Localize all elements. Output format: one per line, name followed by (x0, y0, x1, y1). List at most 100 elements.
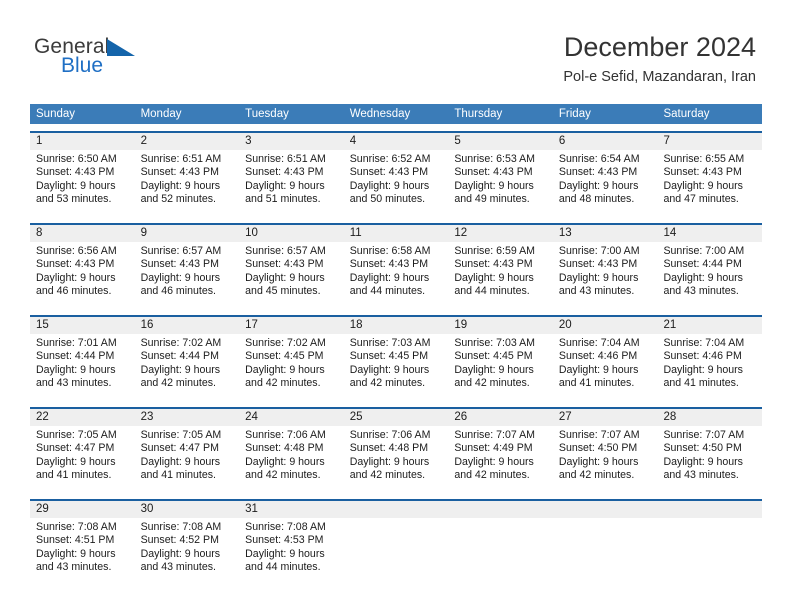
day-number: 12 (448, 225, 553, 242)
daylight-text-line1: Daylight: 9 hours (140, 179, 221, 192)
sunrise-text: Sunrise: 7:05 AM (140, 429, 222, 441)
daylight-text-line2: and 49 minutes. (454, 193, 530, 206)
triangle-icon (107, 39, 135, 56)
weekday-header-wednesday: Wednesday (349, 108, 411, 120)
daylight-text-line1: Daylight: 9 hours (349, 363, 430, 376)
day-number: 7 (657, 133, 763, 150)
day-number: 26 (448, 409, 553, 426)
sunrise-text: Sunrise: 7:05 AM (36, 429, 117, 441)
day-cell[interactable]: 11 Sunrise: 6:58 AM Sunset: 4:43 PM Dayl… (343, 225, 449, 308)
daylight-text-line2: and 47 minutes. (663, 193, 739, 206)
day-cell[interactable]: 6 Sunrise: 6:54 AM Sunset: 4:43 PM Dayli… (552, 133, 658, 216)
day-cell[interactable]: 29 Sunrise: 7:08 AM Sunset: 4:51 PM Dayl… (30, 501, 135, 584)
day-cell[interactable]: 22 Sunrise: 7:05 AM Sunset: 4:47 PM Dayl… (30, 409, 135, 492)
day-cell[interactable]: 30 Sunrise: 7:08 AM Sunset: 4:52 PM Dayl… (134, 501, 240, 584)
day-number: 8 (30, 225, 135, 242)
daylight-text-line2: and 42 minutes. (349, 377, 426, 390)
day-cell[interactable]: 10 Sunrise: 6:57 AM Sunset: 4:43 PM Dayl… (239, 225, 344, 308)
day-cell[interactable]: 1 Sunrise: 6:50 AM Sunset: 4:43 PM Dayli… (30, 133, 135, 216)
day-cell[interactable]: 27 Sunrise: 7:07 AM Sunset: 4:50 PM Dayl… (552, 409, 658, 492)
day-details: Sunrise: 6:57 AM Sunset: 4:43 PM Dayligh… (135, 242, 240, 299)
day-cell[interactable]: 31 Sunrise: 7:08 AM Sunset: 4:53 PM Dayl… (239, 501, 344, 584)
sunrise-text: Sunrise: 7:08 AM (140, 521, 222, 533)
page-header: General Blue December 2024 Pol-e Sefid, … (0, 0, 792, 96)
daylight-text-line2: and 41 minutes. (140, 469, 216, 482)
day-cell[interactable]: 4 Sunrise: 6:52 AM Sunset: 4:43 PM Dayli… (343, 133, 449, 216)
sunset-text: Sunset: 4:48 PM (349, 442, 429, 455)
sunset-text: Sunset: 4:51 PM (36, 534, 115, 547)
day-number: 18 (343, 317, 449, 334)
weekday-header-monday: Monday (140, 108, 182, 120)
day-cell[interactable]: 19 Sunrise: 7:03 AM Sunset: 4:45 PM Dayl… (448, 317, 553, 400)
day-cell[interactable]: 16 Sunrise: 7:02 AM Sunset: 4:44 PM Dayl… (134, 317, 240, 400)
sunset-text: Sunset: 4:43 PM (558, 166, 638, 179)
day-cell[interactable]: 26 Sunrise: 7:07 AM Sunset: 4:49 PM Dayl… (448, 409, 553, 492)
sunset-text: Sunset: 4:43 PM (454, 166, 533, 179)
day-details (657, 518, 762, 521)
sunset-text: Sunset: 4:49 PM (454, 442, 533, 455)
sunrise-text: Sunrise: 6:58 AM (349, 245, 431, 257)
day-cell[interactable]: 18 Sunrise: 7:03 AM Sunset: 4:45 PM Dayl… (343, 317, 449, 400)
day-number: 30 (134, 501, 240, 518)
daylight-text-line2: and 44 minutes. (349, 285, 426, 298)
day-cell[interactable]: 21 Sunrise: 7:04 AM Sunset: 4:46 PM Dayl… (657, 317, 763, 400)
day-cell[interactable]: 14 Sunrise: 7:00 AM Sunset: 4:44 PM Dayl… (657, 225, 763, 308)
sunrise-text: Sunrise: 6:53 AM (454, 153, 535, 165)
daylight-text-line1: Daylight: 9 hours (36, 179, 116, 192)
day-cell[interactable]: 3 Sunrise: 6:51 AM Sunset: 4:43 PM Dayli… (239, 133, 344, 216)
daylight-text-line1: Daylight: 9 hours (245, 363, 325, 376)
daylight-text-line1: Daylight: 9 hours (558, 179, 639, 192)
weekday-header-row: Sunday Monday Tuesday Wednesday Thursday… (30, 104, 762, 124)
sunset-text: Sunset: 4:53 PM (245, 534, 324, 547)
day-cell[interactable]: 9 Sunrise: 6:57 AM Sunset: 4:43 PM Dayli… (134, 225, 240, 308)
day-details: Sunrise: 7:00 AM Sunset: 4:43 PM Dayligh… (553, 242, 658, 299)
day-cell[interactable]: 2 Sunrise: 6:51 AM Sunset: 4:43 PM Dayli… (134, 133, 240, 216)
day-details: Sunrise: 6:53 AM Sunset: 4:43 PM Dayligh… (448, 150, 553, 207)
day-cell[interactable]: 25 Sunrise: 7:06 AM Sunset: 4:48 PM Dayl… (343, 409, 449, 492)
sunset-text: Sunset: 4:47 PM (36, 442, 115, 455)
day-details: Sunrise: 7:02 AM Sunset: 4:45 PM Dayligh… (239, 334, 344, 391)
day-cell-empty (657, 501, 763, 584)
day-cell[interactable]: 12 Sunrise: 6:59 AM Sunset: 4:43 PM Dayl… (448, 225, 553, 308)
daylight-text-line2: and 51 minutes. (245, 193, 321, 206)
day-number (448, 501, 553, 518)
day-cell[interactable]: 8 Sunrise: 6:56 AM Sunset: 4:43 PM Dayli… (30, 225, 135, 308)
day-details: Sunrise: 7:06 AM Sunset: 4:48 PM Dayligh… (344, 426, 449, 483)
day-number: 10 (239, 225, 344, 242)
sunrise-text: Sunrise: 7:02 AM (140, 337, 222, 349)
day-cell[interactable]: 15 Sunrise: 7:01 AM Sunset: 4:44 PM Dayl… (30, 317, 135, 400)
sunrise-text: Sunrise: 7:02 AM (245, 337, 326, 349)
day-cell[interactable]: 23 Sunrise: 7:05 AM Sunset: 4:47 PM Dayl… (134, 409, 240, 492)
day-number: 5 (448, 133, 553, 150)
daylight-text-line1: Daylight: 9 hours (663, 455, 743, 468)
day-cell[interactable]: 13 Sunrise: 7:00 AM Sunset: 4:43 PM Dayl… (552, 225, 658, 308)
day-number: 27 (552, 409, 658, 426)
daylight-text-line2: and 42 minutes. (454, 469, 530, 482)
sunset-text: Sunset: 4:46 PM (663, 350, 742, 363)
sunrise-text: Sunrise: 7:07 AM (558, 429, 640, 441)
day-number: 1 (30, 133, 135, 150)
weekday-header-thursday: Thursday (454, 108, 503, 120)
sunrise-text: Sunrise: 6:57 AM (140, 245, 222, 257)
sunset-text: Sunset: 4:47 PM (140, 442, 219, 455)
day-number: 4 (343, 133, 449, 150)
daylight-text-line1: Daylight: 9 hours (140, 455, 221, 468)
daylight-text-line2: and 48 minutes. (558, 193, 635, 206)
sunset-text: Sunset: 4:43 PM (140, 258, 219, 271)
daylight-text-line2: and 53 minutes. (36, 193, 112, 206)
daylight-text-line1: Daylight: 9 hours (245, 271, 325, 284)
day-number: 14 (657, 225, 763, 242)
day-cell[interactable]: 7 Sunrise: 6:55 AM Sunset: 4:43 PM Dayli… (657, 133, 763, 216)
day-cell[interactable]: 5 Sunrise: 6:53 AM Sunset: 4:43 PM Dayli… (448, 133, 553, 216)
day-cell[interactable]: 28 Sunrise: 7:07 AM Sunset: 4:50 PM Dayl… (657, 409, 763, 492)
sunset-text: Sunset: 4:46 PM (558, 350, 638, 363)
daylight-text-line1: Daylight: 9 hours (36, 455, 116, 468)
sunrise-text: Sunrise: 6:57 AM (245, 245, 326, 257)
day-cell[interactable]: 24 Sunrise: 7:06 AM Sunset: 4:48 PM Dayl… (239, 409, 344, 492)
day-cell[interactable]: 17 Sunrise: 7:02 AM Sunset: 4:45 PM Dayl… (239, 317, 344, 400)
brand-logo[interactable]: General Blue (34, 36, 214, 86)
day-cell-empty (343, 501, 449, 584)
day-cell[interactable]: 20 Sunrise: 7:04 AM Sunset: 4:46 PM Dayl… (552, 317, 658, 400)
calendar-grid: Sunday Monday Tuesday Wednesday Thursday… (30, 104, 763, 584)
day-number: 6 (552, 133, 658, 150)
